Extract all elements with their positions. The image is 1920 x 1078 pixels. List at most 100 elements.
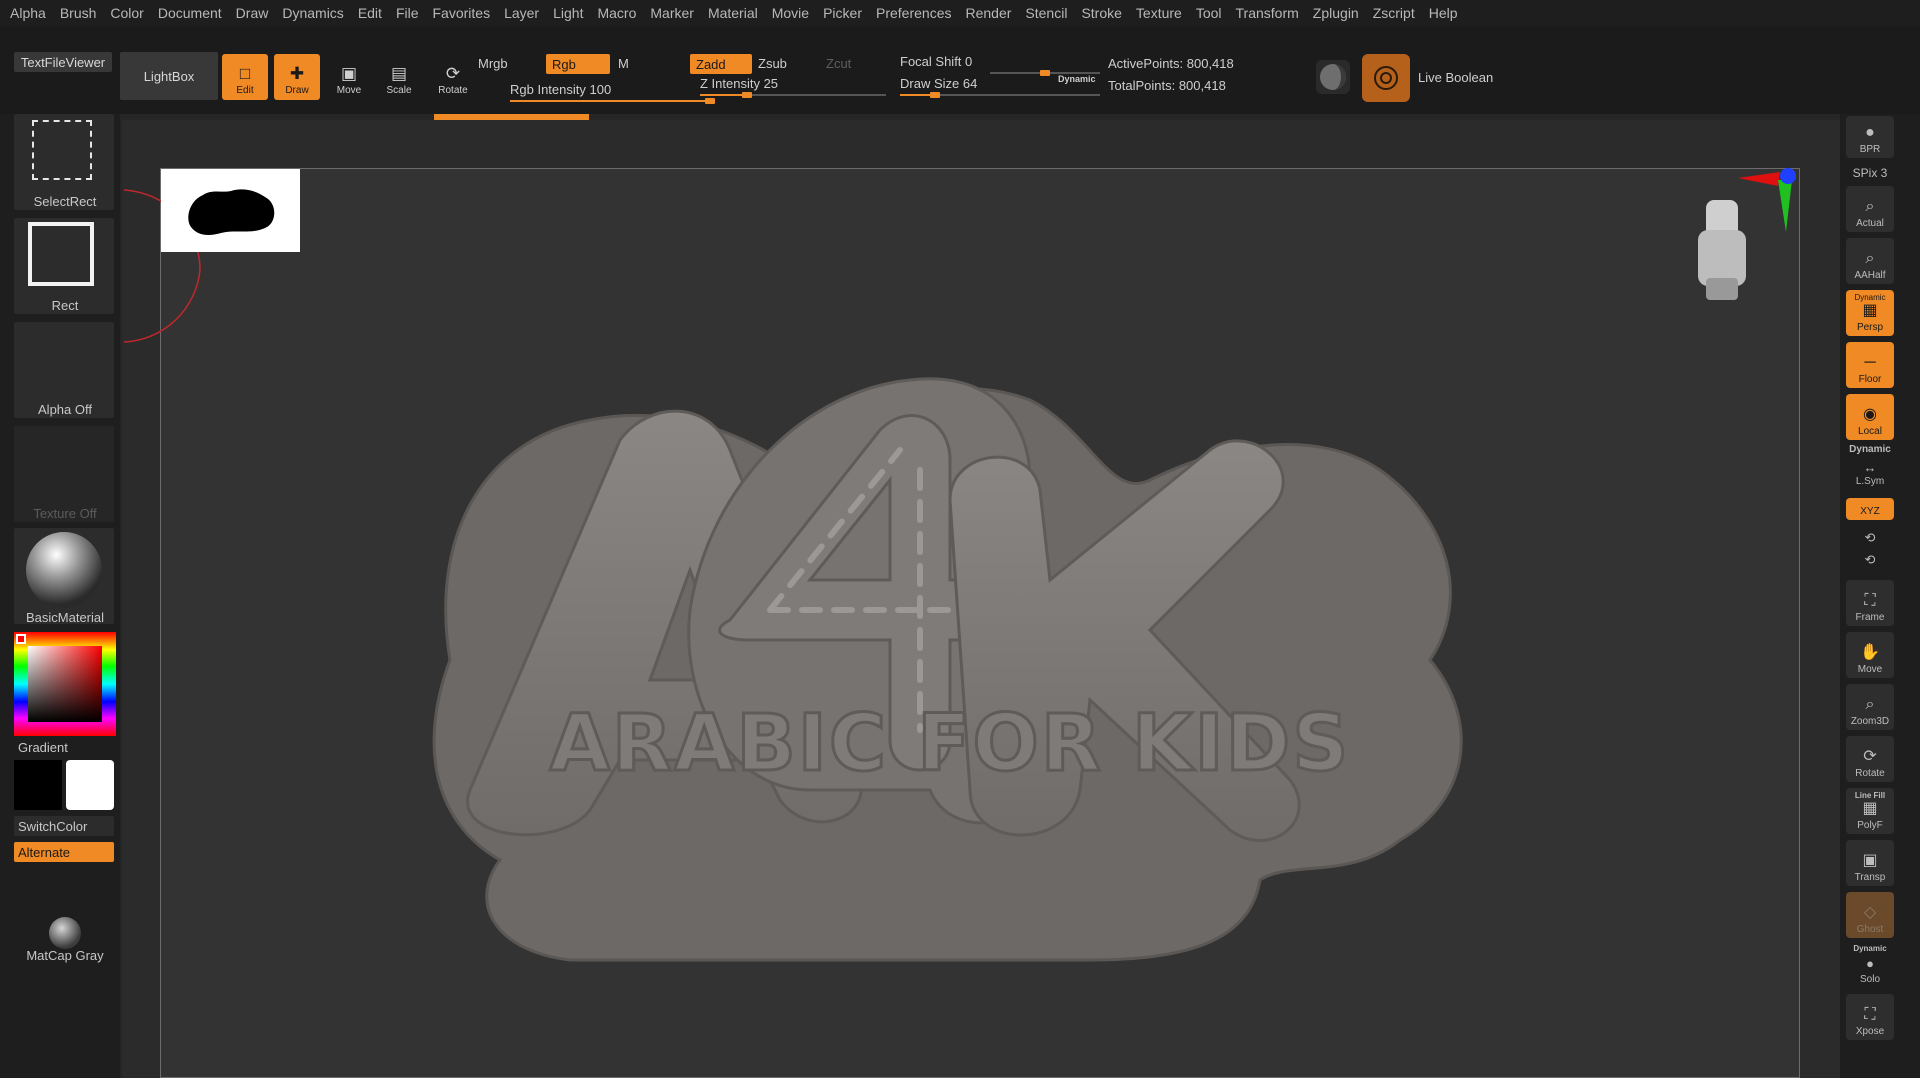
zadd-toggle[interactable]: Zadd xyxy=(690,54,752,74)
menu-item-draw[interactable]: Draw xyxy=(236,5,269,21)
menu-item-tool[interactable]: Tool xyxy=(1196,5,1222,21)
live-boolean-icon[interactable] xyxy=(1362,54,1410,102)
menu-item-alpha[interactable]: Alpha xyxy=(10,5,46,21)
lsym-label: L.Sym xyxy=(1855,476,1885,487)
hand-icon: ✋ xyxy=(1860,644,1880,661)
rgb-toggle[interactable]: Rgb xyxy=(546,54,610,74)
rotate-y-icon[interactable]: ⟲ xyxy=(1846,530,1894,546)
menu-item-favorites[interactable]: Favorites xyxy=(433,5,491,21)
primary-color-swatch[interactable] xyxy=(14,760,62,810)
menu-item-marker[interactable]: Marker xyxy=(650,5,694,21)
main-color-indicator xyxy=(16,634,26,644)
menu-item-movie[interactable]: Movie xyxy=(772,5,809,21)
zoom3d-icon: ⌕ xyxy=(1865,696,1875,713)
draw-size-knob[interactable] xyxy=(930,92,940,98)
top-toolbar: TextFileViewer LightBox □ Edit ✚ Draw ▣ … xyxy=(0,26,1920,120)
solo-icon[interactable]: ● xyxy=(1846,956,1894,971)
rgb-intensity-fill xyxy=(510,100,710,102)
secondary-color-swatch[interactable] xyxy=(66,760,114,810)
menu-bar: Alpha Brush Color Document Draw Dynamics Edit F… xyxy=(0,0,1920,26)
draw-size-slider[interactable] xyxy=(900,92,1100,98)
rotate-view-icon: ⟳ xyxy=(1863,748,1877,765)
menu-item-preferences[interactable]: Preferences xyxy=(876,5,951,21)
menu-item-edit[interactable]: Edit xyxy=(358,5,382,21)
lsym-icon[interactable]: ↔ xyxy=(1846,460,1894,475)
zoom3d-button[interactable]: ⌕ Zoom3D xyxy=(1846,684,1894,730)
menu-item-material[interactable]: Material xyxy=(708,5,758,21)
transp-icon: ▣ xyxy=(1862,852,1878,869)
draw-button[interactable]: ✚ Draw xyxy=(274,54,320,100)
menu-item-help[interactable]: Help xyxy=(1429,5,1458,21)
menu-item-color[interactable]: Color xyxy=(110,5,143,21)
menu-item-transform[interactable]: Transform xyxy=(1236,5,1299,21)
menu-item-stroke[interactable]: Stroke xyxy=(1081,5,1121,21)
menu-item-dynamics[interactable]: Dynamics xyxy=(282,5,343,21)
textfileviewer-button[interactable]: TextFileViewer xyxy=(14,52,112,72)
ghost-button[interactable]: ◇ Ghost xyxy=(1846,892,1894,938)
edit-button[interactable]: □ Edit xyxy=(222,54,268,100)
z-intensity-label: Z Intensity 25 xyxy=(700,76,779,91)
frame-button[interactable]: ⛶ Frame xyxy=(1846,580,1894,626)
zsub-toggle[interactable]: Zsub xyxy=(758,56,787,71)
rotate-icon: ⟳ xyxy=(445,64,461,83)
floor-button[interactable]: ─ Floor xyxy=(1846,342,1894,388)
persp-button[interactable]: Dynamic ▦ Persp xyxy=(1846,290,1894,336)
color-picker[interactable] xyxy=(14,632,116,736)
xpose-button[interactable]: ⛶ Xpose xyxy=(1846,994,1894,1040)
a4k-sculpt-mesh[interactable]: ARABIC FOR KIDS xyxy=(390,360,1490,970)
menu-item-macro[interactable]: Macro xyxy=(597,5,636,21)
draw-icon: ✚ xyxy=(289,64,305,83)
lightbox-button[interactable]: LightBox xyxy=(120,52,218,100)
move-button[interactable]: ▣ Move xyxy=(326,54,372,100)
menu-item-layer[interactable]: Layer xyxy=(504,5,539,21)
rect-label: Rect xyxy=(51,298,79,313)
menu-item-brush[interactable]: Brush xyxy=(60,5,97,21)
rgb-intensity-slider[interactable] xyxy=(510,98,715,104)
matcap-gray-sphere-icon[interactable] xyxy=(46,916,84,950)
alternate-button[interactable]: Alternate xyxy=(14,842,114,862)
saturation-value-square[interactable] xyxy=(28,646,102,722)
live-boolean-label[interactable]: Live Boolean xyxy=(1418,70,1493,85)
solo-label: Solo xyxy=(1859,974,1880,985)
actual-button[interactable]: ⌕ Actual xyxy=(1846,186,1894,232)
menu-item-render[interactable]: Render xyxy=(965,5,1011,21)
rgb-intensity-knob[interactable] xyxy=(705,98,715,104)
bpr-button[interactable]: ● BPR xyxy=(1846,116,1894,158)
m-toggle[interactable]: M xyxy=(618,56,629,71)
focal-shift-knob[interactable] xyxy=(1040,70,1050,76)
rotate-view-button[interactable]: ⟳ Rotate xyxy=(1846,736,1894,782)
menu-item-zplugin[interactable]: Zplugin xyxy=(1313,5,1359,21)
menu-item-document[interactable]: Document xyxy=(158,5,222,21)
basic-material-label: BasicMaterial xyxy=(25,610,105,625)
menu-item-light[interactable]: Light xyxy=(553,5,583,21)
menu-item-stencil[interactable]: Stencil xyxy=(1025,5,1067,21)
gradient-label: Gradient xyxy=(18,740,68,755)
switch-color-button[interactable]: SwitchColor xyxy=(14,816,114,836)
mrgb-toggle[interactable]: Mrgb xyxy=(478,56,508,71)
transp-button[interactable]: ▣ Transp xyxy=(1846,840,1894,886)
aahalf-button[interactable]: ⌕ AAHalf xyxy=(1846,238,1894,284)
zcut-toggle[interactable]: Zcut xyxy=(826,56,851,71)
draw-size-label: Draw Size 64 xyxy=(900,76,978,91)
menu-item-zscript[interactable]: Zscript xyxy=(1373,5,1415,21)
z-intensity-slider[interactable] xyxy=(700,92,886,98)
menu-item-picker[interactable]: Picker xyxy=(823,5,862,21)
polyf-button[interactable]: Line Fill ▦ PolyF xyxy=(1846,788,1894,834)
polyf-grid-icon: ▦ xyxy=(1862,800,1878,817)
dynamic-toggle[interactable]: Dynamic xyxy=(1058,74,1096,84)
sphere-brush-icon[interactable] xyxy=(1316,60,1350,94)
z-intensity-knob[interactable] xyxy=(742,92,752,98)
orientation-head-icon[interactable] xyxy=(1686,190,1758,308)
alpha-off-label: Alpha Off xyxy=(38,402,92,417)
rotate-z-icon[interactable]: ⟲ xyxy=(1846,552,1894,568)
rotate-button[interactable]: ⟳ Rotate xyxy=(430,54,476,100)
scale-button[interactable]: ▤ Scale xyxy=(376,54,422,100)
xyz-button[interactable]: XYZ xyxy=(1846,498,1894,520)
menu-item-texture[interactable]: Texture xyxy=(1136,5,1182,21)
move-icon: ▣ xyxy=(340,64,358,83)
spix-setting[interactable]: SPix 3 xyxy=(1846,166,1894,180)
move-view-button[interactable]: ✋ Move xyxy=(1846,632,1894,678)
aahalf-zoom-icon: ⌕ xyxy=(1865,250,1875,267)
menu-item-file[interactable]: File xyxy=(396,5,419,21)
local-button[interactable]: ◉ Local xyxy=(1846,394,1894,440)
